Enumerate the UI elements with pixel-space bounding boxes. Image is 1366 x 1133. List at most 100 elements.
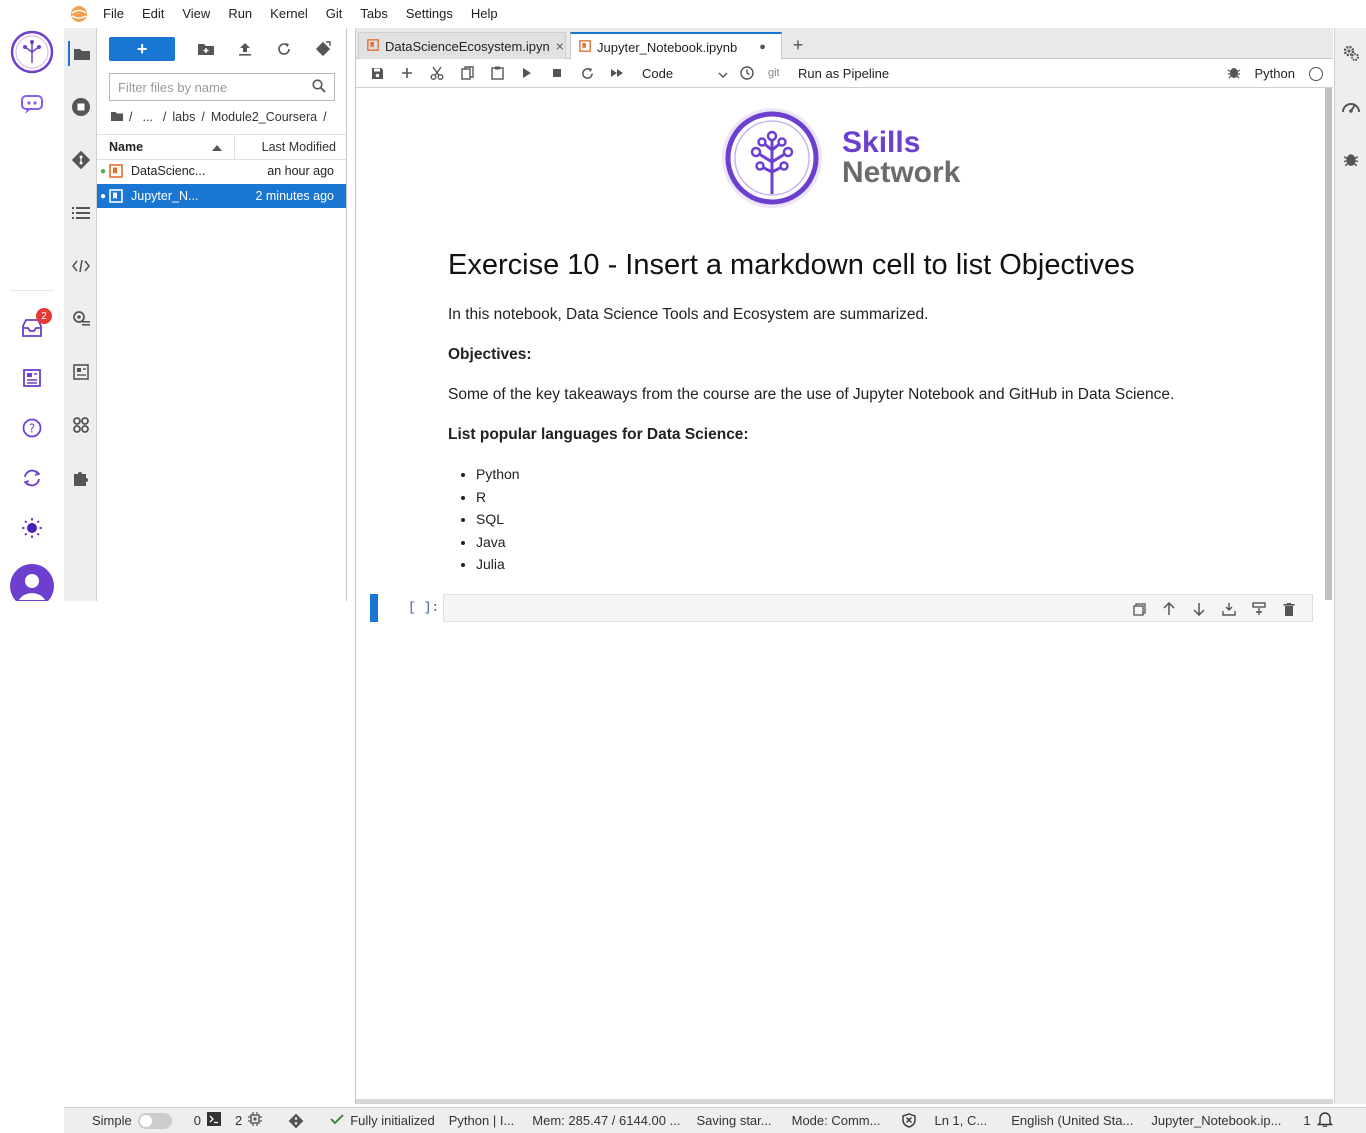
debugger-bug-icon[interactable] bbox=[1227, 65, 1241, 82]
extension-manager-puzzle-icon[interactable] bbox=[68, 465, 93, 490]
move-down-arrow-icon[interactable] bbox=[1184, 597, 1214, 621]
objectives-title: Objectives: bbox=[448, 346, 532, 363]
saving-status: Saving star... bbox=[696, 1113, 772, 1128]
insert-below-icon[interactable] bbox=[1244, 597, 1274, 621]
refresh-icon[interactable] bbox=[268, 37, 301, 61]
running-sessions-icon[interactable] bbox=[68, 94, 93, 119]
code-cell: [ ]: bbox=[370, 594, 1313, 624]
upload-icon[interactable] bbox=[229, 37, 262, 61]
tab-datascienceecosystem[interactable]: DataScienceEcosystem.ipyn × bbox=[358, 32, 566, 59]
paste-icon[interactable] bbox=[482, 61, 512, 85]
inbox-icon[interactable]: 2 bbox=[16, 308, 52, 344]
user-avatar-icon[interactable] bbox=[10, 564, 54, 601]
breadcrumb-sep: / bbox=[201, 110, 205, 124]
filter-files-input[interactable] bbox=[118, 79, 312, 95]
notifications[interactable]: 1 bbox=[1303, 1111, 1333, 1130]
running-dot-icon: ● bbox=[99, 165, 107, 177]
file-browser-folder-icon[interactable] bbox=[68, 41, 93, 66]
restart-run-all-icon[interactable] bbox=[602, 61, 632, 85]
menu-run[interactable]: Run bbox=[219, 0, 261, 28]
skills-network-logo-icon[interactable] bbox=[10, 30, 54, 74]
kernel-info[interactable]: Python | I... bbox=[449, 1113, 515, 1128]
horizontal-scrollbar[interactable] bbox=[356, 1099, 1333, 1104]
save-icon[interactable] bbox=[362, 61, 392, 85]
notebook-content: Skills Network Exercise 10 - Insert a ma… bbox=[356, 89, 1328, 1104]
code-snippets-icon[interactable] bbox=[68, 253, 93, 278]
menu-settings[interactable]: Settings bbox=[397, 0, 462, 28]
notebook-file-icon bbox=[109, 189, 123, 203]
restart-kernel-icon[interactable] bbox=[572, 61, 602, 85]
breadcrumb-labs[interactable]: labs bbox=[172, 110, 195, 124]
insert-above-icon[interactable] bbox=[1214, 597, 1244, 621]
help-icon[interactable]: ? bbox=[16, 412, 48, 444]
git-clone-icon[interactable] bbox=[307, 37, 340, 61]
extension-catalog-icon[interactable] bbox=[68, 359, 93, 384]
stop-icon[interactable] bbox=[542, 61, 572, 85]
memory-usage: Mem: 285.47 / 6144.00 ... bbox=[532, 1113, 681, 1128]
simple-mode-switch[interactable] bbox=[137, 1112, 172, 1129]
menu-view[interactable]: View bbox=[173, 0, 219, 28]
property-inspector-icon[interactable] bbox=[68, 306, 93, 331]
cursor-position[interactable]: Ln 1, C... bbox=[934, 1113, 987, 1128]
run-as-pipeline-button[interactable]: Run as Pipeline bbox=[798, 66, 889, 81]
vertical-scrollbar[interactable] bbox=[1325, 88, 1332, 600]
kernel-area: Python bbox=[1227, 59, 1323, 88]
language-status[interactable]: English (United Sta... bbox=[1011, 1113, 1133, 1128]
intro-text: In this notebook, Data Science Tools and… bbox=[448, 306, 929, 323]
simple-mode-toggle[interactable]: Simple bbox=[92, 1112, 172, 1129]
duplicate-cell-icon[interactable] bbox=[1124, 597, 1154, 621]
debugger-bug-icon[interactable] bbox=[1340, 148, 1362, 170]
breadcrumb-sep: / bbox=[129, 110, 133, 124]
git-diff-label[interactable]: git bbox=[768, 67, 792, 79]
new-launcher-button[interactable]: + bbox=[109, 37, 176, 61]
code-cell-input[interactable] bbox=[443, 594, 1313, 622]
kernel-name[interactable]: Python bbox=[1255, 66, 1295, 81]
unsaved-dot-icon[interactable]: ● bbox=[759, 41, 766, 53]
menu-kernel[interactable]: Kernel bbox=[261, 0, 317, 28]
menu-tabs[interactable]: Tabs bbox=[351, 0, 396, 28]
new-folder-icon[interactable] bbox=[189, 37, 222, 61]
resource-gauge-icon[interactable] bbox=[1340, 96, 1362, 118]
delete-trash-icon[interactable] bbox=[1274, 597, 1304, 621]
right-sidebar bbox=[1334, 28, 1366, 1104]
theme-toggle-icon[interactable] bbox=[16, 512, 48, 544]
history-clock-icon[interactable] bbox=[732, 61, 762, 85]
cell-type-select[interactable]: Code bbox=[642, 62, 732, 84]
sync-icon[interactable] bbox=[16, 462, 48, 494]
menu-git[interactable]: Git bbox=[317, 0, 352, 28]
markdown-languages-title: List popular languages for Data Science: bbox=[448, 426, 1308, 444]
table-of-contents-icon[interactable] bbox=[68, 200, 93, 225]
notifications-count: 1 bbox=[1303, 1113, 1311, 1128]
run-icon[interactable] bbox=[512, 61, 542, 85]
menu-edit[interactable]: Edit bbox=[133, 0, 173, 28]
news-icon[interactable] bbox=[16, 362, 48, 394]
kernel-status[interactable]: Fully initialized bbox=[330, 1112, 435, 1129]
modified-column-header[interactable]: Last Modified bbox=[235, 140, 346, 154]
menu-file[interactable]: File bbox=[94, 0, 133, 28]
cell-toolbar bbox=[1124, 597, 1304, 621]
notebook-file-icon bbox=[109, 164, 123, 178]
breadcrumb-home-folder-icon[interactable] bbox=[111, 110, 123, 124]
file-row[interactable]: ● Jupyter_N... 2 minutes ago bbox=[97, 184, 346, 208]
breadcrumb-ellipsis[interactable]: ... bbox=[142, 110, 152, 124]
tab-jupyter-notebook[interactable]: Jupyter_Notebook.ipynb ● bbox=[570, 32, 782, 60]
simple-mode-label: Simple bbox=[92, 1113, 132, 1128]
git-icon[interactable] bbox=[68, 147, 93, 172]
close-icon[interactable]: × bbox=[556, 38, 564, 54]
git-status-icon[interactable] bbox=[288, 1113, 304, 1129]
menu-help[interactable]: Help bbox=[462, 0, 507, 28]
terminals-status[interactable]: 0 2 bbox=[194, 1112, 263, 1129]
activity-bar bbox=[64, 28, 97, 601]
chat-assistant-icon[interactable] bbox=[16, 88, 48, 120]
trusted-shield-icon[interactable] bbox=[902, 1113, 917, 1128]
copy-icon[interactable] bbox=[452, 61, 482, 85]
property-inspector-gears-icon[interactable] bbox=[1340, 42, 1362, 64]
file-row[interactable]: ● DataScienc... an hour ago bbox=[97, 159, 346, 183]
breadcrumb-module2[interactable]: Module2_Coursera bbox=[211, 110, 317, 124]
add-tab-icon[interactable]: + bbox=[786, 34, 810, 56]
move-up-arrow-icon[interactable] bbox=[1154, 597, 1184, 621]
name-column-header[interactable]: Name bbox=[97, 135, 235, 159]
cut-icon[interactable] bbox=[422, 61, 452, 85]
insert-cell-icon[interactable] bbox=[392, 61, 422, 85]
components-icon[interactable] bbox=[68, 412, 93, 437]
